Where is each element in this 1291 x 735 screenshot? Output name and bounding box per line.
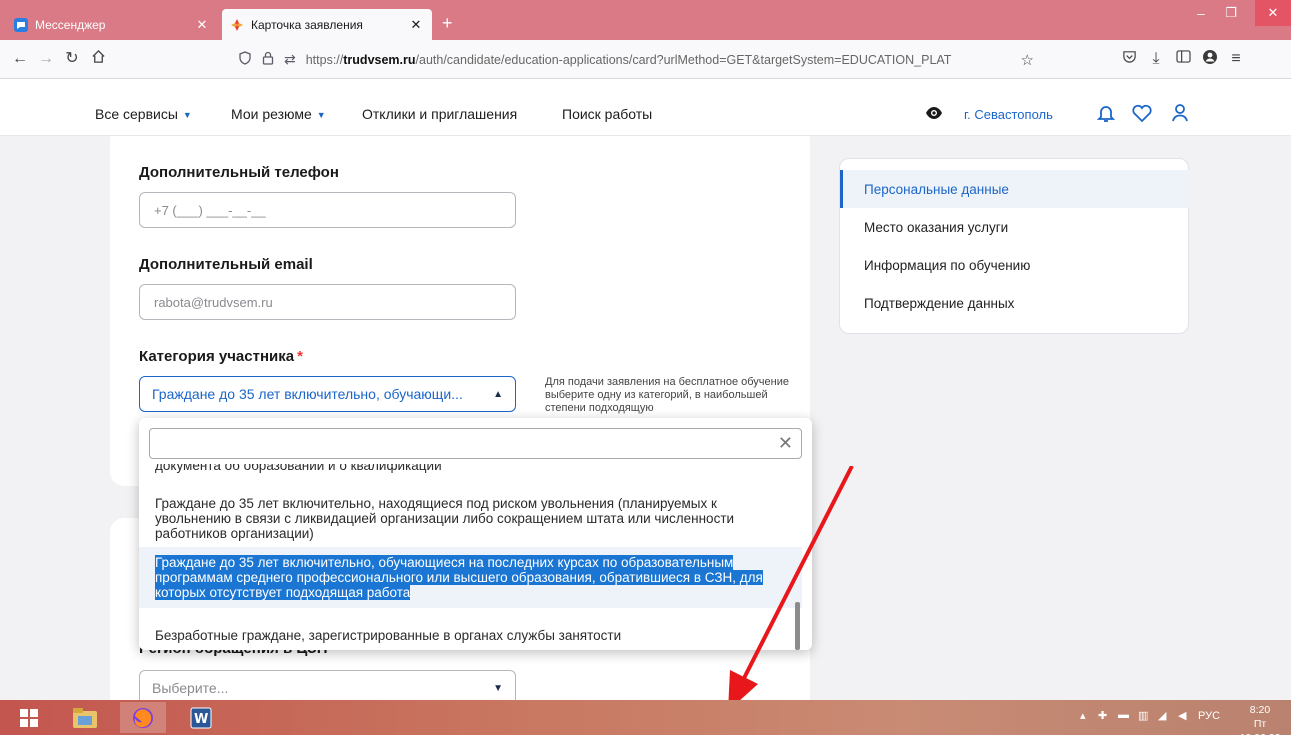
sidebar-toggle-icon[interactable] [1173, 49, 1193, 69]
category-label: Категория участника * [139, 348, 303, 365]
heart-icon[interactable] [1131, 103, 1153, 128]
system-clock[interactable]: 8:20 Пт 10.06.22 [1234, 703, 1286, 735]
url-text: https://trudvsem.ru/auth/candidate/educa… [305, 52, 952, 67]
windows-start-icon[interactable] [6, 702, 52, 733]
firefox-icon[interactable] [120, 702, 166, 733]
word-icon[interactable]: W [178, 702, 224, 733]
trudvsem-logo-icon [230, 18, 244, 32]
menu-job-search[interactable]: Поиск работы [562, 106, 652, 122]
form-sections-sidebar: Персональные данные Место оказания услуг… [839, 158, 1190, 334]
tab-label: Мессенджер [35, 17, 106, 32]
region-select[interactable]: Выберите... ▼ [139, 670, 516, 700]
close-window-icon[interactable]: ✕ [1255, 0, 1291, 26]
network-tray-icon[interactable]: ▥ [1138, 709, 1148, 722]
tab-label: Карточка заявления [251, 17, 363, 32]
eye-icon[interactable] [925, 106, 943, 125]
sidebar-item-data-confirmation[interactable]: Подтверждение данных [840, 284, 1190, 322]
tab-application-card[interactable]: Карточка заявления ✕ [222, 9, 432, 40]
menu-icon[interactable]: ≡ [1226, 49, 1246, 69]
account-icon[interactable] [1200, 49, 1220, 69]
dropdown-option[interactable]: Граждане до 35 лет включительно, находящ… [139, 496, 802, 541]
shield-icon[interactable] [238, 51, 252, 68]
category-hint: Для подачи заявления на бесплатное обуче… [545, 376, 789, 414]
maximize-window-icon[interactable]: ❐ [1216, 0, 1246, 26]
address-bar[interactable]: ⇄ https://trudvsem.ru/auth/candidate/edu… [238, 45, 1034, 74]
volume-tray-icon[interactable]: ◀ [1178, 709, 1186, 722]
menu-responses-invitations[interactable]: Отклики и приглашения [362, 106, 517, 122]
region-select-value: Выберите... [152, 680, 229, 696]
dropdown-option[interactable]: документа об образовании и о квалификаци… [139, 464, 802, 473]
site-header: Все сервисы ▼ Мои резюме ▼ Отклики и пригл… [0, 79, 1291, 136]
new-tab-button[interactable]: + [442, 13, 453, 34]
required-mark: * [297, 348, 303, 365]
battery-tray-icon[interactable]: ▬ [1118, 709, 1129, 721]
close-tab-icon[interactable]: ✕ [194, 17, 210, 33]
dropdown-scrollbar[interactable] [795, 602, 800, 650]
dropdown-option[interactable]: Безработные граждане, зарегистрированные… [139, 628, 802, 643]
tab-messenger[interactable]: Мессенджер ✕ [6, 9, 218, 40]
browser-tab-bar: Мессенджер ✕ Карточка заявления ✕ + – ❐ … [0, 0, 1291, 40]
menu-all-services[interactable]: Все сервисы ▼ [95, 106, 192, 122]
language-indicator[interactable]: РУС [1198, 710, 1220, 722]
bookmark-star-icon[interactable]: ☆ [1021, 51, 1034, 69]
extra-phone-input[interactable]: +7 (___) ___-__-__ [139, 192, 516, 228]
messenger-icon [14, 17, 28, 32]
dropdown-options-list: документа об образовании и о квалификаци… [139, 464, 802, 650]
forward-arrow-icon[interactable]: → [36, 49, 56, 69]
extra-email-input[interactable]: rabota@trudvsem.ru [139, 284, 516, 320]
tray-expand-icon[interactable]: ▴ [1080, 709, 1086, 722]
caret-up-icon: ▲ [493, 388, 503, 400]
antivirus-tray-icon[interactable]: ✚ [1098, 709, 1107, 722]
category-select[interactable]: Граждане до 35 лет включительно, обучающ… [139, 376, 516, 412]
category-select-value: Граждане до 35 лет включительно, обучающ… [152, 386, 463, 402]
extra-phone-label: Дополнительный телефон [139, 164, 339, 181]
category-dropdown: ✕ документа об образовании и о квалифика… [139, 418, 812, 650]
caret-down-icon: ▼ [493, 682, 503, 694]
home-icon[interactable] [88, 49, 108, 69]
downloads-icon[interactable]: ⤓ [1146, 49, 1166, 69]
signal-tray-icon[interactable]: ◢ [1158, 709, 1166, 722]
browser-nav-bar: ← → ↻ ⇄ https://trudvsem.ru/auth/candida… [0, 40, 1291, 79]
extra-email-label: Дополнительный email [139, 256, 313, 273]
close-tab-icon[interactable]: ✕ [408, 17, 424, 33]
dropdown-option-selected[interactable]: Граждане до 35 лет включительно, обучающ… [139, 547, 802, 608]
back-arrow-icon[interactable]: ← [10, 49, 30, 69]
caret-down-icon: ▼ [182, 110, 192, 120]
sidebar-item-training-info[interactable]: Информация по обучению [840, 246, 1190, 284]
bell-icon[interactable] [1096, 103, 1116, 128]
pocket-icon[interactable] [1119, 49, 1139, 69]
user-profile-icon[interactable] [1170, 103, 1190, 128]
windows-taskbar: W ▴ ✚ ▬ ▥ ◢ ◀ РУС 8:20 Пт 10.06.22 [0, 700, 1291, 735]
menu-my-resumes[interactable]: Мои резюме ▼ [231, 106, 326, 122]
permissions-icon[interactable]: ⇄ [284, 51, 296, 68]
svg-text:W: W [194, 712, 208, 727]
sidebar-item-personal-data[interactable]: Персональные данные [840, 170, 1190, 208]
page-content: Дополнительный телефон +7 (___) ___-__-_… [0, 136, 1291, 700]
file-explorer-icon[interactable] [62, 702, 108, 733]
clear-icon[interactable]: ✕ [778, 433, 793, 454]
reload-icon[interactable]: ↻ [62, 49, 82, 69]
dropdown-search-input[interactable]: ✕ [149, 428, 802, 459]
sidebar-item-service-location[interactable]: Место оказания услуги [840, 208, 1190, 246]
city-selector[interactable]: г. Севастополь [964, 107, 1053, 122]
minimize-window-icon[interactable]: – [1186, 0, 1216, 26]
caret-down-icon: ▼ [316, 110, 326, 120]
lock-icon[interactable] [262, 51, 274, 68]
